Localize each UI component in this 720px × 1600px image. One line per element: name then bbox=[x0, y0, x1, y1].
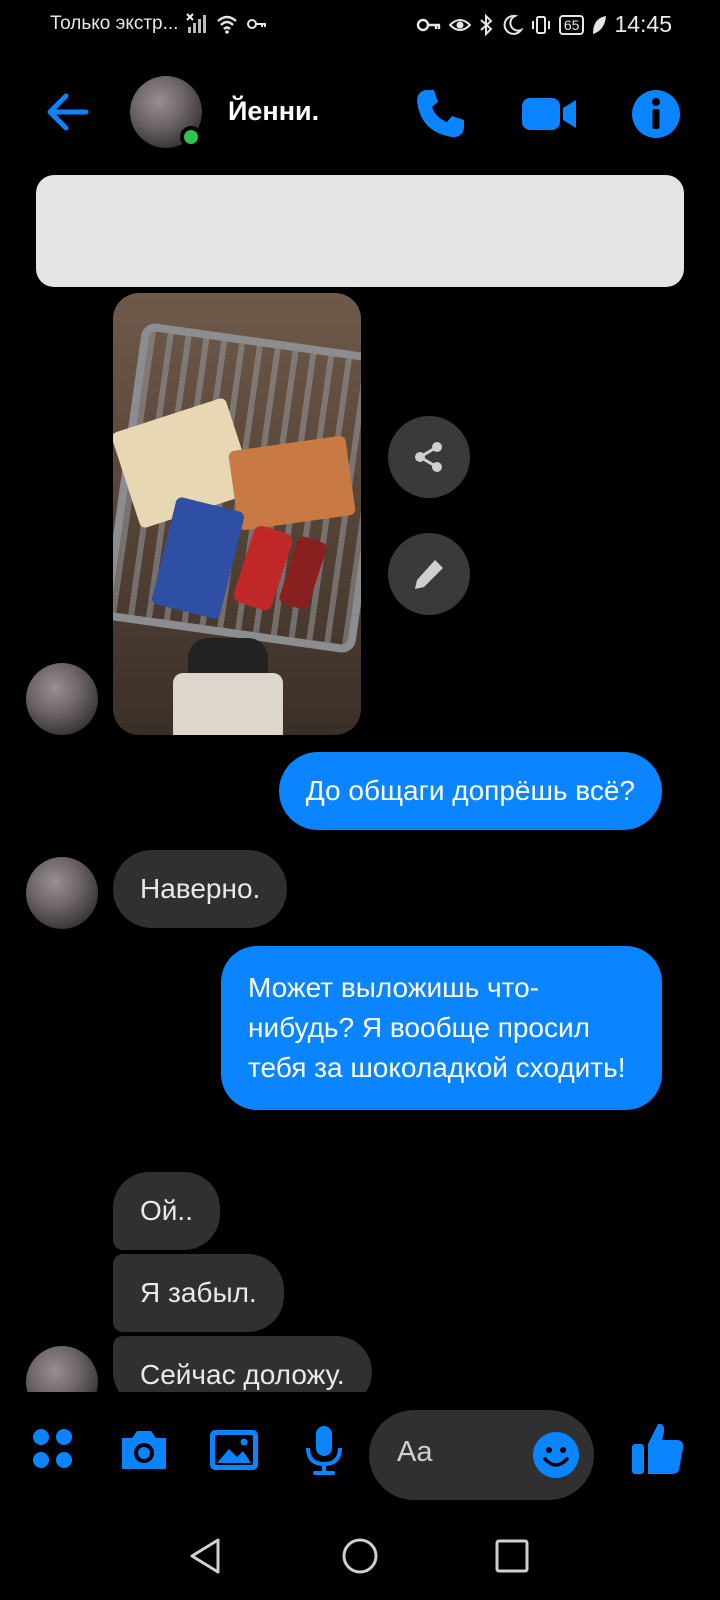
edit-button[interactable] bbox=[388, 533, 470, 615]
message-list[interactable]: До общаги допрёшь всё? Наверно. Может вы… bbox=[0, 0, 720, 1392]
outgoing-message[interactable]: Может выложишь что-нибудь? Я вообще прос… bbox=[221, 946, 662, 1110]
camera-icon[interactable] bbox=[116, 1422, 172, 1478]
incoming-message[interactable]: Ой.. bbox=[113, 1172, 220, 1250]
home-circle-icon[interactable] bbox=[338, 1534, 382, 1578]
photo-message-shopping-basket[interactable] bbox=[113, 293, 361, 735]
goods-item bbox=[228, 435, 356, 531]
pencil-icon bbox=[415, 560, 443, 589]
message-composer: Aa bbox=[0, 1392, 720, 1512]
legs-shape bbox=[173, 673, 283, 735]
emoji-icon[interactable] bbox=[531, 1430, 581, 1480]
contact-avatar-small[interactable] bbox=[26, 857, 98, 929]
contact-avatar-small[interactable] bbox=[26, 663, 98, 735]
contact-avatar-small[interactable] bbox=[26, 1346, 98, 1392]
incoming-message[interactable]: Наверно. bbox=[113, 850, 288, 928]
gallery-icon[interactable] bbox=[206, 1422, 262, 1478]
microphone-icon[interactable] bbox=[296, 1422, 352, 1478]
incoming-message[interactable]: Сейчас доложу. bbox=[113, 1336, 372, 1392]
apps-grid-icon[interactable] bbox=[26, 1422, 82, 1478]
share-icon bbox=[415, 442, 442, 472]
incoming-message[interactable]: Я забыл. bbox=[113, 1254, 284, 1332]
thumbs-up-icon[interactable] bbox=[628, 1418, 688, 1478]
message-input-placeholder: Aa bbox=[397, 1436, 433, 1468]
system-navigation-bar bbox=[0, 1512, 720, 1600]
message-preview-block bbox=[36, 175, 684, 287]
recents-square-icon[interactable] bbox=[490, 1534, 534, 1578]
share-button[interactable] bbox=[388, 416, 470, 498]
back-triangle-icon[interactable] bbox=[184, 1534, 228, 1578]
outgoing-message[interactable]: До общаги допрёшь всё? bbox=[278, 752, 662, 830]
message-input[interactable]: Aa bbox=[369, 1410, 594, 1500]
